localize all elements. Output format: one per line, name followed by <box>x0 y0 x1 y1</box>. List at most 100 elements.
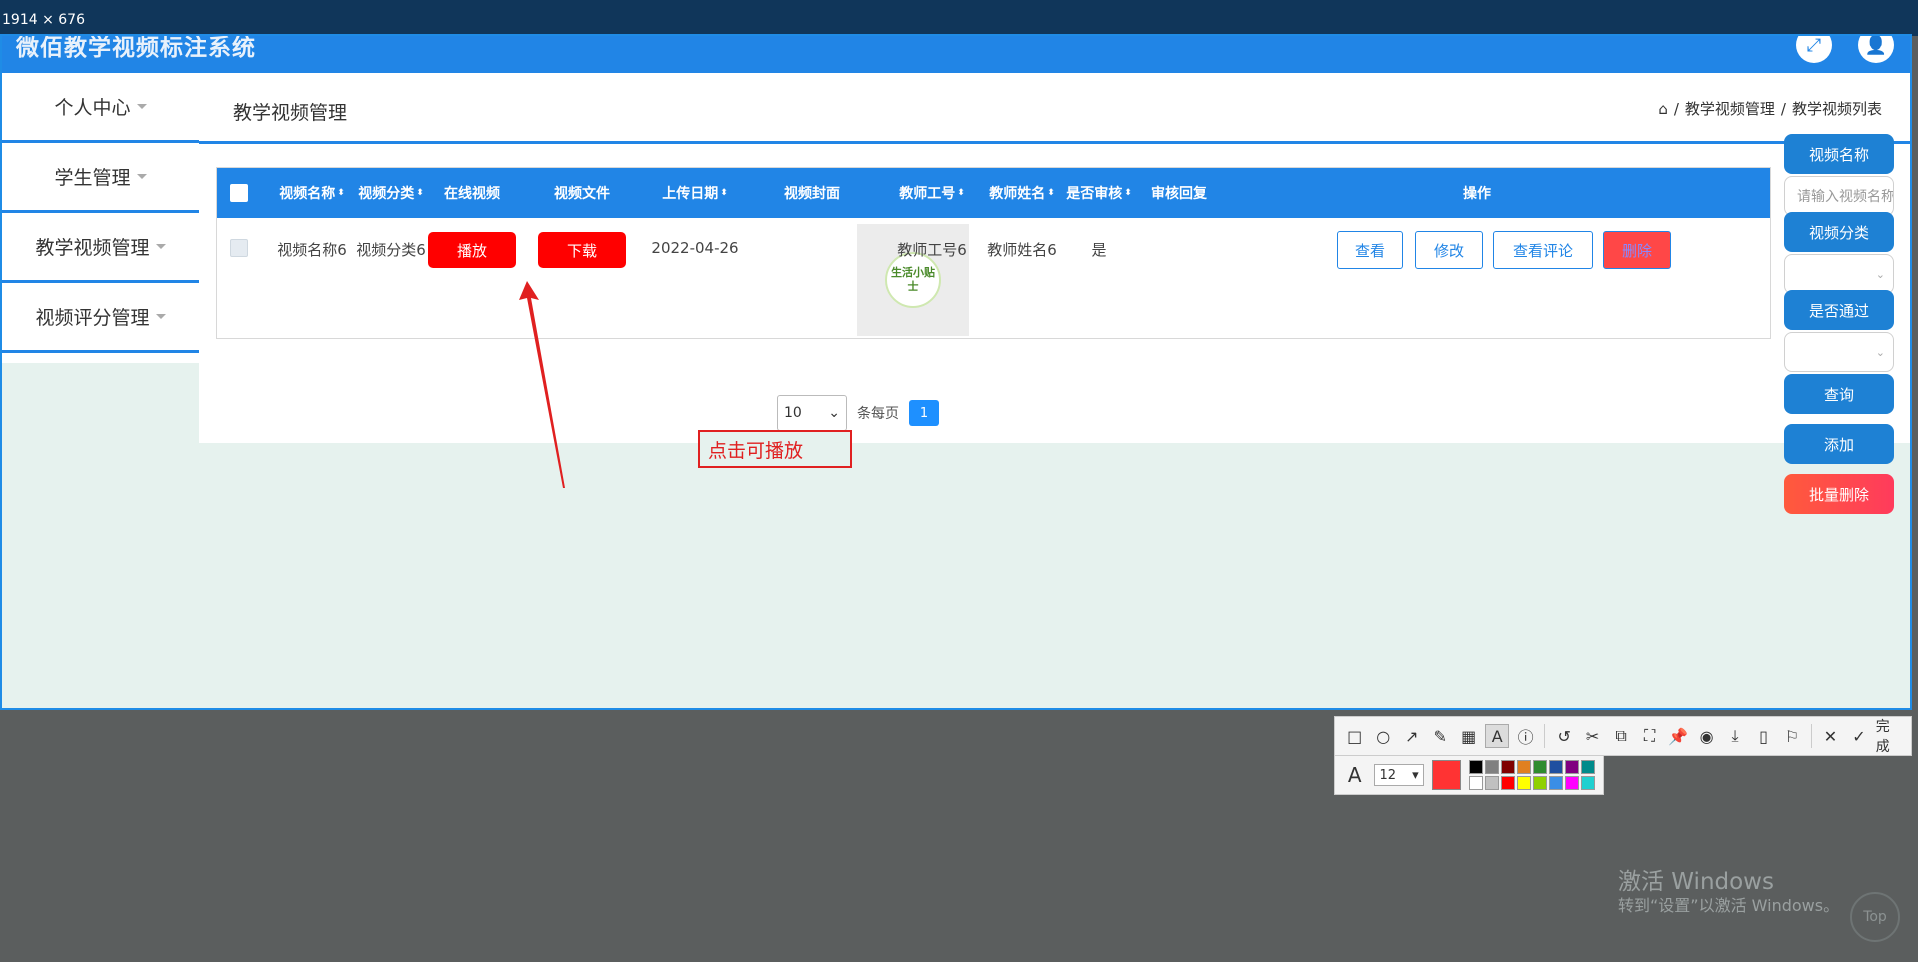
toolbar-separator <box>1544 724 1546 748</box>
color-swatch[interactable] <box>1533 760 1547 774</box>
annotation-text-box[interactable]: 点击可播放 <box>698 430 852 468</box>
sidebar-item-video-management[interactable]: 教学视频管理 <box>2 213 199 283</box>
fullscreen-icon[interactable]: ⤢ <box>1796 36 1832 63</box>
sidebar-item-student-management[interactable]: 学生管理 <box>2 143 199 213</box>
video-name-search-input[interactable]: 请输入视频名称 <box>1784 176 1894 216</box>
color-swatch[interactable] <box>1469 760 1483 774</box>
color-swatch[interactable] <box>1565 760 1579 774</box>
screenshot-tool-top-band <box>0 0 1918 36</box>
ellipse-tool-icon[interactable]: ○ <box>1371 724 1394 748</box>
cell-video-file: 下载 <box>537 218 627 338</box>
mosaic-tool-icon[interactable]: ▦ <box>1457 724 1480 748</box>
select-all-checkbox[interactable] <box>229 168 249 218</box>
text-tool-icon[interactable]: A <box>1485 724 1509 748</box>
check-icon[interactable]: ✓ <box>1847 724 1870 748</box>
chevron-down-icon: ▾ <box>1412 767 1419 783</box>
record-icon[interactable]: ◉ <box>1695 724 1718 748</box>
page-title: 教学视频管理 <box>233 102 348 124</box>
column-header[interactable]: 上传日期 ⬍ <box>635 168 755 218</box>
pen-tool-icon[interactable]: ✎ <box>1428 724 1451 748</box>
current-color-swatch[interactable] <box>1431 760 1461 790</box>
color-swatch[interactable] <box>1549 760 1563 774</box>
cell-teacher-name: 教师姓名6 <box>987 241 1057 259</box>
app-title: 微佰教学视频标注系统 <box>16 35 256 61</box>
caret-down-icon <box>136 104 147 109</box>
filter-label-video-category[interactable]: 视频分类 <box>1784 212 1894 252</box>
breadcrumb-item: 教学视频列表 <box>1791 100 1882 118</box>
done-button[interactable]: 完成 <box>1876 716 1903 756</box>
bookmark-icon[interactable]: ⚐ <box>1780 724 1803 748</box>
pin-icon[interactable]: 📌 <box>1666 724 1689 748</box>
color-swatch[interactable] <box>1501 776 1515 790</box>
save-icon[interactable]: ⤓ <box>1723 724 1746 748</box>
column-header: 操作 <box>1463 186 1491 202</box>
column-header[interactable]: 是否审核 ⬍ <box>1059 168 1139 218</box>
color-swatch[interactable] <box>1581 760 1595 774</box>
sidebar-item-label: 个人中心 <box>54 97 131 119</box>
video-category-select[interactable]: ⌄ <box>1784 254 1894 294</box>
column-header: 在线视频 <box>444 186 500 202</box>
row-checkbox[interactable] <box>229 218 249 338</box>
sidebar-item-label: 视频评分管理 <box>35 307 150 329</box>
color-swatch[interactable] <box>1469 776 1483 790</box>
page-number-button[interactable]: 1 <box>909 400 939 426</box>
capture-icon[interactable]: ⛶ <box>1638 724 1661 748</box>
sidebar-item-label: 学生管理 <box>54 167 131 189</box>
color-swatch[interactable] <box>1485 776 1499 790</box>
scissors-icon[interactable]: ✂ <box>1581 724 1604 748</box>
phone-icon[interactable]: ▯ <box>1752 724 1775 748</box>
main-panel: 教学视频管理 ⌂ / 教学视频管理 / 教学视频列表 视频名称 ⬍ 视频分类 ⬍ 在… <box>199 73 1910 443</box>
rectangle-tool-icon[interactable]: □ <box>1343 724 1366 748</box>
color-swatch[interactable] <box>1565 776 1579 790</box>
screenshot-toolbar: □ ○ ↗ ✎ ▦ A ⓘ ↺ ✂ ⧉ ⛶ 📌 ◉ ⤓ ▯ ⚐ ✕ ✓ 完成 <box>1334 716 1912 756</box>
passed-select[interactable]: ⌄ <box>1784 332 1894 372</box>
sidebar-item-video-rating[interactable]: 视频评分管理 <box>2 283 199 353</box>
delete-button[interactable]: 删除 <box>1603 231 1671 269</box>
sidebar: 个人中心 学生管理 教学视频管理 视频评分管理 <box>2 73 199 363</box>
sidebar-item-personal-center[interactable]: 个人中心 <box>2 73 199 143</box>
font-size-select[interactable]: 12 ▾ <box>1374 764 1424 786</box>
sort-icon: ⬍ <box>416 187 424 198</box>
download-button[interactable]: 下载 <box>538 232 626 268</box>
batch-delete-button[interactable]: 批量删除 <box>1784 474 1894 514</box>
color-swatch[interactable] <box>1533 776 1547 790</box>
color-swatch[interactable] <box>1501 760 1515 774</box>
edit-button[interactable]: 修改 <box>1415 231 1483 269</box>
ocr-icon[interactable]: ⧉ <box>1609 724 1632 748</box>
query-button[interactable]: 查询 <box>1784 374 1894 414</box>
home-icon[interactable]: ⌂ <box>1658 100 1668 118</box>
breadcrumb-item[interactable]: 教学视频管理 <box>1685 98 1775 119</box>
close-icon[interactable]: ✕ <box>1819 724 1842 748</box>
number-tool-icon[interactable]: ⓘ <box>1514 724 1537 748</box>
sort-icon: ⬍ <box>957 187 965 198</box>
table-header: 视频名称 ⬍ 视频分类 ⬍ 在线视频 视频文件 上传日期 ⬍ 视频封面 教师工号 ⬍ 教… <box>217 168 1770 218</box>
color-swatch[interactable] <box>1517 776 1531 790</box>
add-button[interactable]: 添加 <box>1784 424 1894 464</box>
user-icon[interactable]: 👤 <box>1858 36 1894 63</box>
color-swatch[interactable] <box>1485 760 1499 774</box>
column-header: 审核回复 <box>1151 186 1207 202</box>
chevron-down-icon: ⌄ <box>1875 345 1885 359</box>
column-header[interactable]: 教师工号 ⬍ <box>877 168 987 218</box>
color-swatch[interactable] <box>1517 760 1531 774</box>
undo-icon[interactable]: ↺ <box>1552 724 1575 748</box>
back-to-top-button[interactable]: Top <box>1850 892 1900 942</box>
view-comments-button[interactable]: 查看评论 <box>1493 231 1593 269</box>
filter-label-video-name[interactable]: 视频名称 <box>1784 134 1894 174</box>
filter-label-passed[interactable]: 是否通过 <box>1784 290 1894 330</box>
caret-down-icon <box>155 314 166 319</box>
view-button[interactable]: 查看 <box>1337 231 1403 269</box>
cell-video-category: 视频分类6 <box>356 241 426 259</box>
play-button[interactable]: 播放 <box>428 232 516 268</box>
app-header: 微佰教学视频标注系统 ⤢ 👤 <box>2 36 1910 73</box>
page-size-select[interactable]: 10 ⌄ <box>777 395 847 431</box>
title-divider <box>199 141 1910 144</box>
breadcrumb-separator: / <box>1780 99 1786 118</box>
column-header[interactable]: 视频分类 ⬍ <box>341 168 441 218</box>
color-swatch[interactable] <box>1581 776 1595 790</box>
watermark-subtitle: 转到“设置”以激活 Windows。 <box>1618 896 1840 915</box>
column-header[interactable]: 教师姓名 ⬍ <box>977 168 1067 218</box>
chevron-down-icon: ⌄ <box>828 405 840 421</box>
arrow-tool-icon[interactable]: ↗ <box>1400 724 1423 748</box>
color-swatch[interactable] <box>1549 776 1563 790</box>
